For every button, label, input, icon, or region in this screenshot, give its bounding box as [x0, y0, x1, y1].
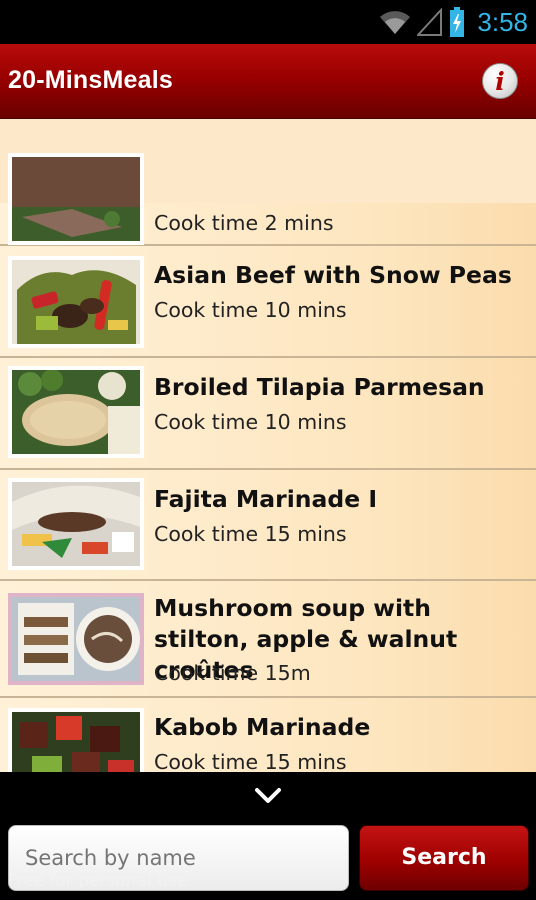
cook-time: Cook time 15 mins	[154, 522, 347, 546]
cook-time: Cook time 15m	[154, 661, 311, 685]
list-item[interactable]: Kabob Marinade Cook time 15 mins	[0, 698, 536, 772]
list-item[interactable]: Asian Beef with Snow Peas Cook time 10 m…	[0, 246, 536, 358]
info-icon: i	[495, 67, 505, 96]
cook-time: Cook time 2 mins	[154, 211, 334, 235]
recipe-title: Kabob Marinade	[154, 713, 371, 741]
wifi-icon	[380, 11, 411, 35]
recipe-thumbnail	[8, 593, 144, 685]
recipe-thumbnail	[8, 366, 144, 458]
list-item[interactable]: Broiled Tilapia Parmesan Cook time 10 mi…	[0, 358, 536, 470]
recipe-thumbnail	[8, 256, 144, 348]
status-time: 3:58	[477, 6, 528, 37]
recipe-thumbnail	[8, 153, 144, 245]
status-icons: 3:58	[379, 6, 528, 38]
chevron-down-icon[interactable]	[253, 786, 283, 806]
search-button[interactable]: Search	[359, 825, 529, 891]
app-bar: 20-MinsMeals i	[0, 44, 536, 119]
cook-time: Cook time 10 mins	[154, 298, 347, 322]
bottom-bar: Search Free for personal use	[0, 772, 536, 900]
recipe-title: Asian Beef with Snow Peas	[154, 261, 512, 289]
watermark: Free for personal use	[8, 871, 188, 891]
info-button[interactable]: i	[482, 63, 518, 99]
list-item[interactable]: Fajita Marinade I Cook time 15 mins	[0, 470, 536, 581]
battery-charging-icon	[450, 7, 465, 37]
app-title: 20-MinsMeals	[8, 66, 173, 94]
list-item[interactable]: Cook time 2 mins	[0, 153, 536, 246]
recipe-list[interactable]: Cook time 2 mins Asian Beef with Snow Pe…	[0, 119, 536, 772]
list-item[interactable]: Mushroom soup with stilton, apple & waln…	[0, 581, 536, 698]
recipe-thumbnail	[8, 478, 144, 570]
status-bar: 3:58	[0, 0, 536, 44]
recipe-thumbnail	[8, 708, 144, 772]
cook-time: Cook time 10 mins	[154, 410, 347, 434]
recipe-title: Broiled Tilapia Parmesan	[154, 373, 485, 401]
signal-icon	[417, 8, 443, 36]
cook-time: Cook time 15 mins	[154, 750, 347, 772]
recipe-title: Fajita Marinade I	[154, 485, 378, 513]
